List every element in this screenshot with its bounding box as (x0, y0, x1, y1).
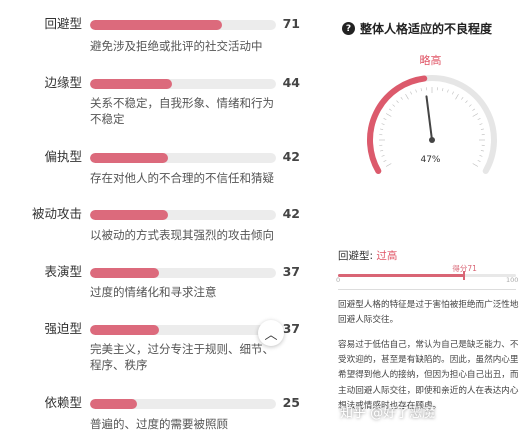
gauge-tick (405, 93, 409, 100)
selected-score-bar (338, 271, 516, 280)
gauge-tick (452, 91, 454, 95)
scale-max: 100 (506, 276, 519, 284)
gauge-tick (410, 91, 412, 95)
trait-row-dependent[interactable]: 依赖型 25 普遍的、过度的需要被照顾 (0, 395, 318, 435)
trait-name: 表演型 (44, 264, 82, 279)
collapse-button[interactable]: ︿ (258, 320, 284, 346)
overall-title: ? 整体人格适应的不良程度 (342, 20, 522, 37)
score-bar-fill (90, 268, 159, 278)
trait-list: 回避型 71 避免涉及拒绝或批评的社交活动中 边缘型 44 关系不稳定，自我形象… (0, 0, 318, 439)
trait-desc: 避免涉及拒绝或批评的社交活动中 (90, 39, 263, 53)
overall-panel: ? 整体人格适应的不良程度 略高 47% 回避型: 过高 得分71 0 100 … (330, 0, 531, 439)
trait-score: 25 (282, 395, 300, 410)
score-bar-fill (90, 79, 172, 89)
trait-name: 回避型 (44, 16, 82, 31)
score-bar (90, 153, 276, 163)
divider (338, 289, 516, 290)
gauge-tick (381, 123, 385, 125)
gauge-tick (400, 96, 403, 100)
score-bar-fill (90, 210, 169, 220)
scale-min: 0 (336, 276, 341, 284)
trait-row-paranoid[interactable]: 偏执型 42 存在对他人的不合理的不信任和猜疑 (0, 149, 318, 189)
gauge-tick (392, 104, 396, 107)
gauge-tick (447, 89, 449, 93)
score-bar (90, 399, 276, 409)
gauge-tick (420, 88, 422, 92)
gauge-tick (472, 113, 479, 117)
gauge-tick (477, 118, 481, 120)
gauge-pivot (429, 137, 435, 143)
trait-name: 被动攻击 (31, 206, 82, 221)
score-bar-fill (90, 20, 223, 30)
score-bar-fill (90, 325, 159, 335)
gauge-tick (385, 113, 392, 117)
score-bar-fill (90, 153, 169, 163)
selected-type-label: 回避型: 过高 (338, 250, 398, 262)
score-marker (463, 271, 466, 280)
gauge-tick (388, 108, 392, 111)
trait-row-borderline[interactable]: 边缘型 44 关系不稳定，自我形象、情绪和行为 不稳定 (0, 75, 318, 131)
overall-level: 略高 (419, 54, 442, 67)
gauge-tick (380, 150, 384, 152)
gauge-needle (425, 95, 433, 141)
trait-desc: 关系不稳定，自我形象、情绪和行为 不稳定 (90, 96, 274, 126)
gauge-tick (380, 128, 384, 130)
trait-score: 44 (282, 75, 300, 90)
trait-desc: 普遍的、过度的需要被照顾 (90, 417, 228, 431)
selected-level: 过高 (376, 250, 398, 262)
gauge-tick (479, 123, 483, 125)
trait-desc: 以被动的方式表现其强烈的攻击倾向 (90, 228, 274, 242)
score-bar (90, 325, 276, 335)
selected-score-fill (338, 274, 465, 277)
trait-row-passive-aggressive[interactable]: 被动攻击 42 以被动的方式表现其强烈的攻击倾向 (0, 206, 318, 246)
score-bar (90, 210, 276, 220)
gauge-tick (383, 118, 387, 120)
gauge-tick (480, 150, 484, 152)
trait-desc: 完美主义，过分专注于规则、细节、 程序、秩序 (90, 342, 274, 372)
gauge-tick (455, 93, 459, 100)
gauge-tick (461, 96, 464, 100)
trait-row-avoidant[interactable]: 回避型 71 避免涉及拒绝或批评的社交活动中 (0, 16, 318, 56)
trait-desc: 存在对他人的不合理的不信任和猜疑 (90, 171, 274, 185)
score-bar (90, 20, 276, 30)
gauge-tick (468, 104, 472, 107)
trait-name: 强迫型 (44, 321, 82, 336)
trait-score: 42 (282, 206, 300, 221)
gauge-tick (472, 108, 476, 111)
gauge-tick (465, 100, 468, 104)
overall-percent: 47% (420, 155, 441, 165)
chevron-up-icon: ︿ (264, 327, 278, 343)
score-bar (90, 268, 276, 278)
trait-desc: 过度的情绪化和寻求注意 (90, 285, 217, 299)
trait-name: 边缘型 (44, 75, 82, 90)
trait-score: 71 (282, 16, 300, 31)
gauge-tick (442, 88, 444, 92)
trait-name: 偏执型 (44, 149, 82, 164)
score-bar-fill (90, 399, 137, 409)
gauge-tick (415, 89, 417, 93)
trait-name: 依赖型 (44, 395, 82, 410)
gauge-tick (396, 100, 399, 104)
trait-score: 42 (282, 149, 300, 164)
type-summary: 回避型人格的特征是过于害怕被拒绝而广泛性地回避人际交往。 (338, 300, 519, 325)
watermark: 知乎 @好了恶魔 (340, 406, 436, 421)
gauge-tick (480, 128, 484, 130)
info-icon[interactable]: ? (342, 22, 355, 35)
trait-score: 37 (282, 264, 300, 279)
score-bar (90, 79, 276, 89)
trait-row-histrionic[interactable]: 表演型 37 过度的情绪化和寻求注意 (0, 264, 318, 304)
